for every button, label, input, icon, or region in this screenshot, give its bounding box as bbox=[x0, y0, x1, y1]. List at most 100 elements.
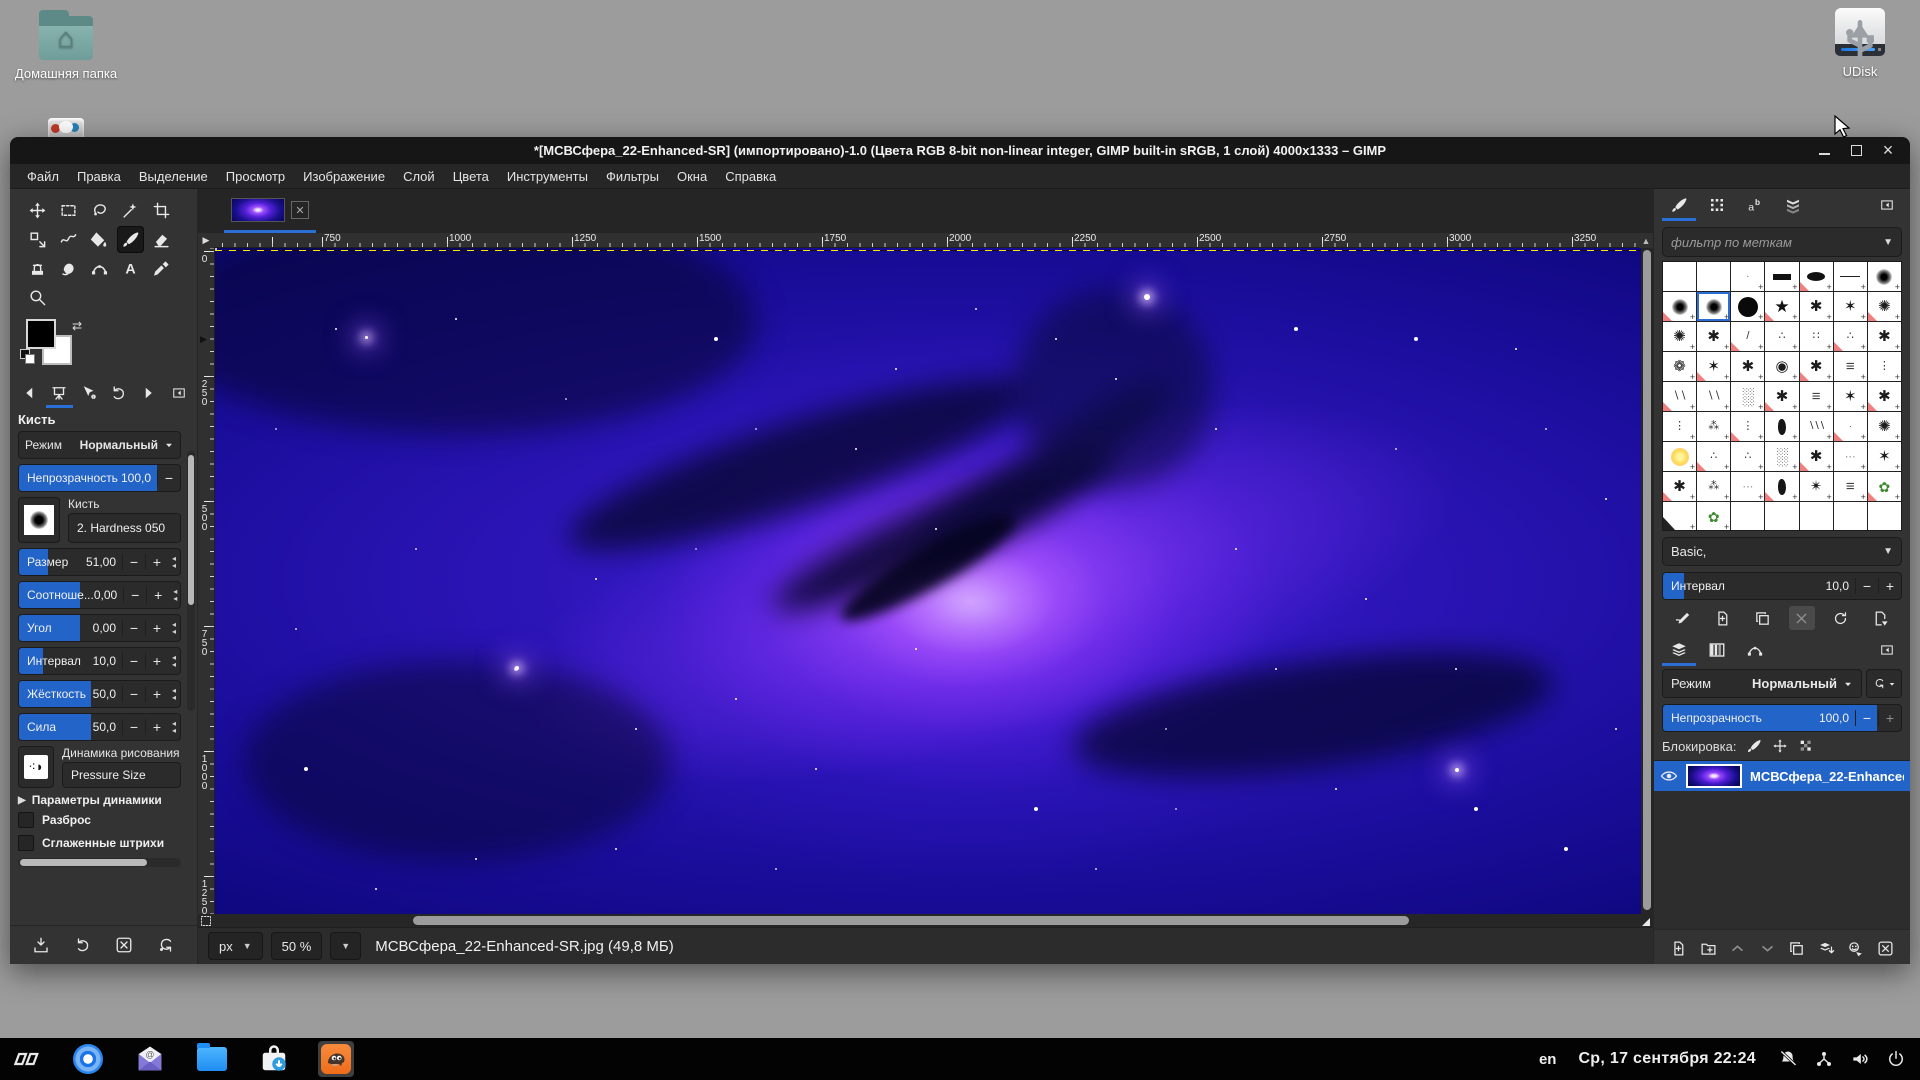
navigation-button[interactable] bbox=[1637, 914, 1653, 927]
move-tool[interactable] bbox=[24, 197, 51, 224]
foreground-color-swatch[interactable] bbox=[26, 319, 56, 349]
brush-grunge[interactable]: ✱+ bbox=[1765, 382, 1798, 411]
menu-файл[interactable]: Файл bbox=[18, 166, 68, 187]
quick-mask-toggle[interactable] bbox=[198, 914, 214, 927]
brush-strokes[interactable]: ∖∖+ bbox=[1697, 382, 1730, 411]
delete-layer-button[interactable] bbox=[1872, 936, 1898, 960]
slider-decrement[interactable]: − bbox=[123, 587, 146, 603]
slider-spin-icon[interactable]: ◂◂ bbox=[168, 687, 180, 701]
reset-tool-options-button[interactable] bbox=[153, 932, 179, 958]
checkbox-сглаженные-штрихи[interactable]: Сглаженные штрихи bbox=[18, 835, 181, 851]
brush-name-select[interactable]: 2. Hardness 050 bbox=[68, 513, 181, 543]
canvas-vscrollbar[interactable] bbox=[1641, 248, 1653, 914]
zoom-value[interactable]: 50 % bbox=[271, 932, 323, 960]
brush-noise[interactable]: ░+ bbox=[1731, 382, 1764, 411]
maximize-button[interactable] bbox=[1848, 143, 1864, 159]
new-brush-button[interactable] bbox=[1710, 606, 1736, 630]
desktop-icon-home-folder[interactable]: ⌂ Домашняя папка bbox=[14, 8, 118, 81]
horizontal-ruler[interactable]: 7501000125015001750200022502500275030003… bbox=[214, 233, 1639, 248]
tab-gradients[interactable] bbox=[1776, 192, 1810, 221]
title-bar[interactable]: *[МСВСфера_22-Enhanced-SR] (импортирован… bbox=[10, 137, 1910, 164]
brush-bar[interactable]: + bbox=[1765, 262, 1798, 291]
tool-options-vscrollbar[interactable] bbox=[187, 451, 195, 711]
brush-burst[interactable]: ✴+ bbox=[1800, 472, 1833, 501]
brush-strokes[interactable]: ∖∖+ bbox=[1663, 382, 1696, 411]
desktop-icon-udisk[interactable]: UDisk bbox=[1808, 6, 1912, 79]
dynamics-options-expander[interactable]: ▶Параметры динамики bbox=[18, 793, 181, 807]
brush-cells[interactable]: ❁+ bbox=[1663, 352, 1696, 381]
slider-spin-icon[interactable]: ◂◂ bbox=[168, 654, 180, 668]
slider-размер[interactable]: Размер51,00−+◂◂ bbox=[18, 548, 181, 576]
brush-grunge3[interactable]: ✺+ bbox=[1663, 322, 1696, 351]
text-tool[interactable]: A bbox=[117, 255, 144, 282]
brush-texcircle[interactable]: ◉+ bbox=[1765, 352, 1798, 381]
menu-цвета[interactable]: Цвета bbox=[444, 166, 498, 187]
brush-leaves[interactable]: ✿+ bbox=[1697, 502, 1730, 531]
layers-dock-menu-icon[interactable] bbox=[1870, 637, 1904, 666]
tab-tool-options[interactable] bbox=[46, 381, 74, 408]
delete-tool-preset-button[interactable] bbox=[111, 932, 137, 958]
mail-client-icon[interactable]: @ bbox=[132, 1041, 168, 1077]
brush-leaves[interactable]: ✿+ bbox=[1868, 472, 1901, 501]
brush-blank[interactable] bbox=[1868, 502, 1901, 531]
notifications-muted-icon[interactable] bbox=[1778, 1049, 1798, 1069]
slider-decrement[interactable]: − bbox=[122, 653, 145, 669]
tab-scroll-right[interactable] bbox=[134, 381, 162, 408]
lower-layer-button[interactable] bbox=[1754, 936, 1780, 960]
brush-grunge[interactable]: ✱+ bbox=[1663, 472, 1696, 501]
lock-position-icon[interactable] bbox=[1772, 738, 1788, 754]
menu-окна[interactable]: Окна bbox=[668, 166, 716, 187]
layer-mode-select[interactable]: Режим Нормальный bbox=[1662, 669, 1862, 698]
tool-options-hscrollbar[interactable] bbox=[18, 858, 181, 867]
slider-increment[interactable]: + bbox=[145, 653, 168, 669]
ruler-origin-button[interactable]: ▶ bbox=[198, 233, 214, 248]
tab-device-status[interactable]: i bbox=[75, 381, 103, 408]
brushes-dock-menu-icon[interactable] bbox=[1870, 192, 1904, 221]
brush-hatch[interactable]: ≡+ bbox=[1834, 352, 1867, 381]
unit-select[interactable]: px▼ bbox=[208, 932, 263, 960]
brush-faint[interactable]: ⋯+ bbox=[1834, 442, 1867, 471]
brush-diag[interactable]: ∖∖∖+ bbox=[1800, 412, 1833, 441]
tab-channels[interactable] bbox=[1700, 637, 1734, 666]
brush-lines[interactable]: ≡+ bbox=[1800, 382, 1833, 411]
opacity-slider[interactable]: Непрозрачность 100,0 − bbox=[18, 464, 181, 492]
slider-сила[interactable]: Сила50,0−+◂◂ bbox=[18, 713, 181, 741]
slider-spin-icon[interactable]: ◂◂ bbox=[169, 588, 181, 602]
checkbox-icon[interactable] bbox=[18, 812, 34, 828]
brush-soft[interactable]: + bbox=[1697, 292, 1730, 321]
brush-grunge[interactable]: ✱+ bbox=[1868, 322, 1901, 351]
brush-sparse[interactable]: ⋮+ bbox=[1868, 352, 1901, 381]
menu-изображение[interactable]: Изображение bbox=[294, 166, 394, 187]
slider-decrement[interactable]: − bbox=[122, 554, 145, 570]
refresh-brushes-button[interactable] bbox=[1828, 606, 1854, 630]
menu-правка[interactable]: Правка bbox=[68, 166, 130, 187]
layer-name[interactable]: МСВСфера_22-Enhanced bbox=[1750, 769, 1904, 784]
brush-filter-input[interactable]: фильтр по меткам ▼ bbox=[1662, 227, 1902, 257]
tab-brushes[interactable] bbox=[1662, 192, 1696, 221]
brush-figure[interactable]: ⁂+ bbox=[1697, 472, 1730, 501]
brush-grunge2[interactable]: ✶+ bbox=[1834, 382, 1867, 411]
raise-layer-button[interactable] bbox=[1725, 936, 1751, 960]
swap-colors-icon[interactable]: ⇄ bbox=[72, 319, 82, 333]
image-canvas[interactable] bbox=[215, 248, 1641, 914]
brush-grunge[interactable]: ✱+ bbox=[1697, 322, 1730, 351]
edit-brush-button[interactable] bbox=[1671, 606, 1697, 630]
slider-жёсткость[interactable]: Жёсткость50,0−+◂◂ bbox=[18, 680, 181, 708]
software-center-icon[interactable] bbox=[256, 1041, 292, 1077]
menu-справка[interactable]: Справка bbox=[716, 166, 785, 187]
spacing-decrement[interactable]: − bbox=[1855, 578, 1878, 594]
brush-spacing-slider[interactable]: Интервал 10,0 − + bbox=[1662, 572, 1902, 600]
brush-specks[interactable]: ∴+ bbox=[1731, 442, 1764, 471]
brush-blank[interactable] bbox=[1834, 502, 1867, 531]
new-layer-button[interactable] bbox=[1666, 936, 1692, 960]
brush-blank[interactable] bbox=[1731, 502, 1764, 531]
brush-grunge2[interactable]: ✶+ bbox=[1868, 442, 1901, 471]
brush-blank[interactable] bbox=[1697, 262, 1730, 291]
paintbrush-tool[interactable] bbox=[117, 226, 144, 253]
tab-paths[interactable] bbox=[1738, 637, 1772, 666]
brush-circle[interactable]: + bbox=[1731, 292, 1764, 321]
slider-соотноше[interactable]: Соотноше...0,00−+◂◂ bbox=[18, 581, 181, 609]
brush-sparse[interactable]: ⋮+ bbox=[1663, 412, 1696, 441]
brush-dots[interactable]: ∷+ bbox=[1800, 322, 1833, 351]
color-area[interactable]: ⇄ bbox=[26, 319, 197, 377]
